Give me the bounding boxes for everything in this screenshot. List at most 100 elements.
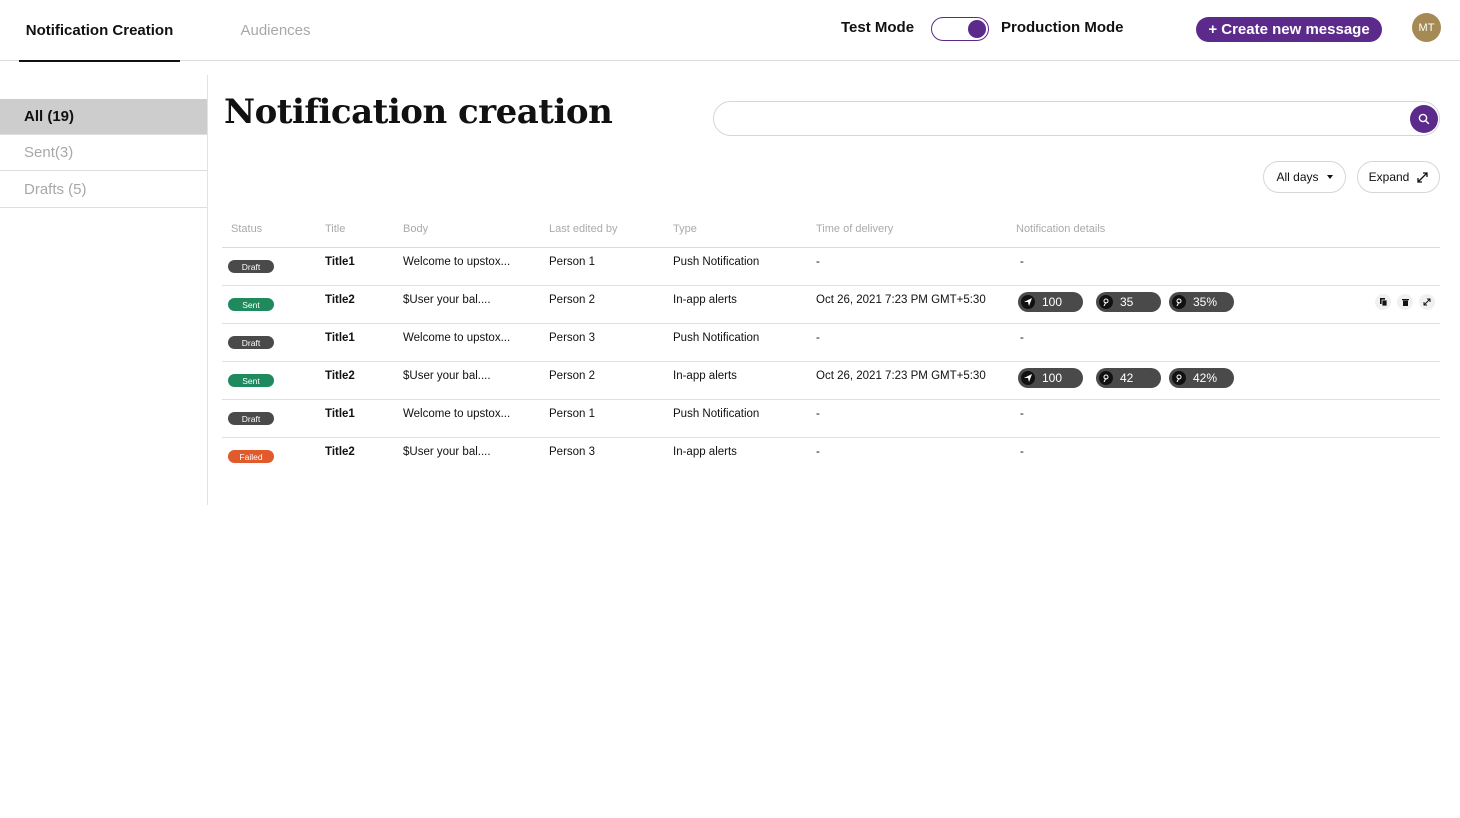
row-time: - (816, 332, 820, 344)
sent-count-pill: 100 (1018, 368, 1083, 388)
status-badge: Draft (228, 412, 274, 425)
expand-button[interactable]: Expand (1357, 161, 1440, 193)
open-rate: 42% (1193, 371, 1218, 385)
search-button[interactable] (1410, 105, 1438, 133)
expand-row-button[interactable] (1419, 294, 1435, 310)
row-type: Push Notification (673, 408, 760, 420)
status-badge: Sent (228, 374, 274, 387)
page-title: Notification creation (224, 92, 613, 132)
copy-icon (1379, 298, 1387, 306)
row-title: Title2 (325, 370, 355, 382)
sidebar-item-drafts[interactable]: Drafts (5) (0, 172, 207, 208)
expand-label: Expand (1368, 170, 1410, 184)
row-type: In-app alerts (673, 446, 737, 458)
column-header-body: Body (403, 223, 429, 235)
sent-count: 100 (1042, 295, 1063, 309)
status-badge: Draft (228, 336, 274, 349)
search-icon (1418, 113, 1430, 125)
opened-count-pill: 42 (1096, 368, 1161, 388)
row-time: - (816, 446, 820, 458)
row-editor: Person 1 (549, 408, 596, 420)
production-mode-label: Production Mode (1001, 19, 1124, 36)
open-rate: 35% (1193, 295, 1218, 309)
toggle-knob (968, 19, 986, 38)
table-row[interactable]: Sent Title2 $User your bal.... Person 2 … (222, 286, 1440, 324)
create-message-button[interactable]: + Create new message (1196, 17, 1382, 42)
row-type: In-app alerts (673, 294, 737, 306)
mode-toggle[interactable] (931, 17, 989, 41)
row-body: Welcome to upstox... (403, 332, 511, 344)
opened-count: 42 (1120, 371, 1134, 385)
open-rate-pill: 35% (1169, 292, 1234, 312)
avatar[interactable]: MT (1412, 13, 1441, 42)
opened-count: 35 (1120, 295, 1134, 309)
row-editor: Person 2 (549, 370, 596, 382)
all-days-dropdown[interactable]: All days (1263, 161, 1346, 193)
copy-button[interactable] (1375, 294, 1391, 310)
row-type: Push Notification (673, 256, 760, 268)
row-details: - (1020, 332, 1024, 344)
row-body: $User your bal.... (403, 294, 491, 306)
row-editor: Person 3 (549, 332, 596, 344)
caret-down-icon (1326, 175, 1333, 179)
column-header-type: Type (673, 223, 697, 235)
row-title: Title1 (325, 408, 355, 420)
tab-audiences[interactable]: Audiences (228, 0, 323, 61)
opened-count-pill: 35 (1096, 292, 1161, 312)
all-days-label: All days (1276, 170, 1319, 184)
row-body: $User your bal.... (403, 446, 491, 458)
sent-count: 100 (1042, 371, 1063, 385)
expand-icon (1417, 171, 1428, 183)
column-header-title: Title (325, 223, 346, 235)
column-header-last-edited-by: Last edited by (549, 223, 618, 235)
tap-icon (1172, 371, 1186, 385)
row-title: Title1 (325, 332, 355, 344)
column-header-time-of-delivery: Time of delivery (816, 223, 894, 235)
row-details: - (1020, 408, 1024, 420)
tab-notification-creation[interactable]: Notification Creation (19, 0, 180, 62)
table-row[interactable]: Draft Title1 Welcome to upstox... Person… (222, 324, 1440, 362)
row-title: Title2 (325, 294, 355, 306)
status-badge: Draft (228, 260, 274, 273)
expand-icon (1423, 298, 1431, 306)
row-body: Welcome to upstox... (403, 256, 511, 268)
test-mode-label: Test Mode (841, 19, 915, 36)
table-row[interactable]: Draft Title1 Welcome to upstox... Person… (222, 248, 1440, 286)
row-title: Title1 (325, 256, 355, 268)
row-editor: Person 1 (549, 256, 596, 268)
row-body: Welcome to upstox... (403, 408, 511, 420)
delete-button[interactable] (1397, 294, 1413, 310)
row-details: - (1020, 446, 1024, 458)
row-editor: Person 3 (549, 446, 596, 458)
table-row[interactable]: Sent Title2 $User your bal.... Person 2 … (222, 362, 1440, 400)
sidebar: All (19) Sent(3) Drafts (5) (0, 75, 208, 505)
sidebar-item-all[interactable]: All (19) (0, 99, 207, 135)
row-time: - (816, 256, 820, 268)
table-row[interactable]: Draft Title1 Welcome to upstox... Person… (222, 400, 1440, 438)
top-bar: Notification Creation Audiences Test Mod… (0, 0, 1460, 62)
search-bar (713, 101, 1440, 136)
row-time: - (816, 408, 820, 420)
delete-icon (1401, 299, 1409, 306)
sidebar-item-sent[interactable]: Sent(3) (0, 135, 207, 171)
status-badge: Failed (228, 450, 274, 463)
row-type: In-app alerts (673, 370, 737, 382)
row-editor: Person 2 (549, 294, 596, 306)
send-icon (1021, 371, 1035, 385)
row-type: Push Notification (673, 332, 760, 344)
row-title: Title2 (325, 446, 355, 458)
row-time: Oct 26, 2021 7:23 PM GMT+5:30 (816, 370, 986, 382)
open-rate-pill: 42% (1169, 368, 1234, 388)
row-details: - (1020, 256, 1024, 268)
status-badge: Sent (228, 298, 274, 311)
row-body: $User your bal.... (403, 370, 491, 382)
table-row[interactable]: Failed Title2 $User your bal.... Person … (222, 438, 1440, 476)
send-icon (1021, 295, 1035, 309)
tap-icon (1099, 295, 1113, 309)
search-input[interactable] (730, 108, 1410, 130)
tap-icon (1099, 371, 1113, 385)
tap-icon (1172, 295, 1186, 309)
column-header-notification-details: Notification details (1016, 223, 1106, 235)
column-header-status: Status (231, 223, 263, 235)
row-time: Oct 26, 2021 7:23 PM GMT+5:30 (816, 294, 986, 306)
